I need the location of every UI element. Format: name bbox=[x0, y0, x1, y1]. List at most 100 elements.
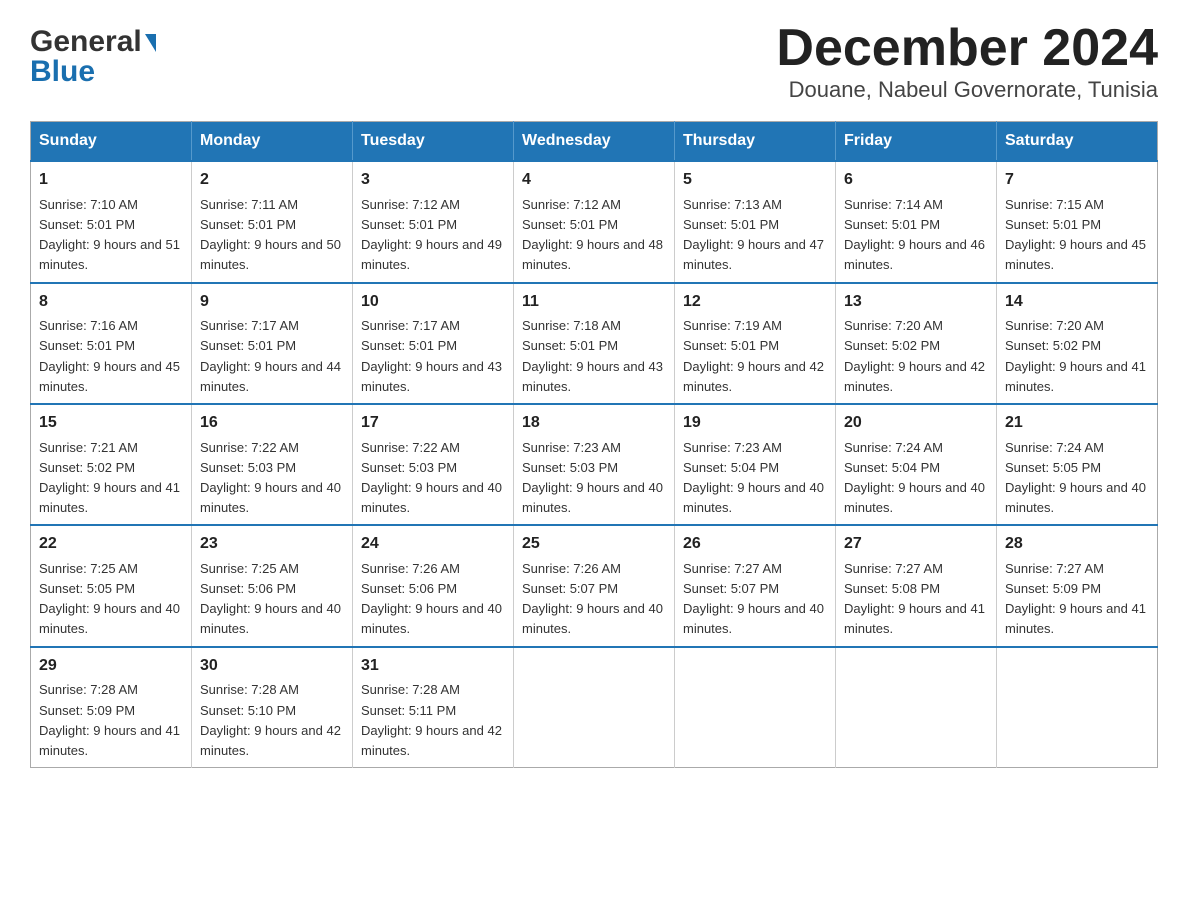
daylight-label: Daylight: 9 hours and 45 minutes. bbox=[39, 359, 180, 394]
title-block: December 2024 Douane, Nabeul Governorate… bbox=[776, 20, 1158, 103]
daylight-label: Daylight: 9 hours and 50 minutes. bbox=[200, 237, 341, 272]
daylight-label: Daylight: 9 hours and 40 minutes. bbox=[1005, 480, 1146, 515]
sunrise-label: Sunrise: 7:12 AM bbox=[522, 197, 621, 212]
weekday-header-wednesday: Wednesday bbox=[514, 122, 675, 162]
daylight-label: Daylight: 9 hours and 40 minutes. bbox=[361, 601, 502, 636]
calendar-cell bbox=[675, 647, 836, 768]
sunrise-label: Sunrise: 7:16 AM bbox=[39, 318, 138, 333]
calendar-cell bbox=[997, 647, 1158, 768]
sunrise-label: Sunrise: 7:25 AM bbox=[39, 561, 138, 576]
calendar-week-row: 1 Sunrise: 7:10 AM Sunset: 5:01 PM Dayli… bbox=[31, 161, 1158, 282]
sunrise-label: Sunrise: 7:27 AM bbox=[1005, 561, 1104, 576]
sunset-label: Sunset: 5:01 PM bbox=[200, 338, 296, 353]
weekday-header-saturday: Saturday bbox=[997, 122, 1158, 162]
daylight-label: Daylight: 9 hours and 42 minutes. bbox=[844, 359, 985, 394]
sunset-label: Sunset: 5:03 PM bbox=[522, 460, 618, 475]
weekday-header-sunday: Sunday bbox=[31, 122, 192, 162]
calendar-cell: 7 Sunrise: 7:15 AM Sunset: 5:01 PM Dayli… bbox=[997, 161, 1158, 282]
sunrise-label: Sunrise: 7:24 AM bbox=[844, 440, 943, 455]
sunrise-label: Sunrise: 7:20 AM bbox=[1005, 318, 1104, 333]
calendar-cell: 18 Sunrise: 7:23 AM Sunset: 5:03 PM Dayl… bbox=[514, 404, 675, 525]
day-number: 31 bbox=[361, 654, 505, 679]
calendar-cell: 16 Sunrise: 7:22 AM Sunset: 5:03 PM Dayl… bbox=[192, 404, 353, 525]
daylight-label: Daylight: 9 hours and 42 minutes. bbox=[200, 723, 341, 758]
daylight-label: Daylight: 9 hours and 45 minutes. bbox=[1005, 237, 1146, 272]
sunset-label: Sunset: 5:05 PM bbox=[39, 581, 135, 596]
sunset-label: Sunset: 5:02 PM bbox=[1005, 338, 1101, 353]
sunset-label: Sunset: 5:01 PM bbox=[522, 338, 618, 353]
daylight-label: Daylight: 9 hours and 42 minutes. bbox=[361, 723, 502, 758]
sunset-label: Sunset: 5:02 PM bbox=[844, 338, 940, 353]
day-number: 12 bbox=[683, 290, 827, 315]
day-number: 15 bbox=[39, 411, 183, 436]
daylight-label: Daylight: 9 hours and 41 minutes. bbox=[39, 480, 180, 515]
sunrise-label: Sunrise: 7:15 AM bbox=[1005, 197, 1104, 212]
daylight-label: Daylight: 9 hours and 40 minutes. bbox=[39, 601, 180, 636]
calendar-cell bbox=[836, 647, 997, 768]
day-number: 25 bbox=[522, 532, 666, 557]
daylight-label: Daylight: 9 hours and 40 minutes. bbox=[683, 480, 824, 515]
daylight-label: Daylight: 9 hours and 40 minutes. bbox=[522, 480, 663, 515]
daylight-label: Daylight: 9 hours and 49 minutes. bbox=[361, 237, 502, 272]
weekday-header-tuesday: Tuesday bbox=[353, 122, 514, 162]
calendar-cell: 23 Sunrise: 7:25 AM Sunset: 5:06 PM Dayl… bbox=[192, 525, 353, 646]
sunset-label: Sunset: 5:02 PM bbox=[39, 460, 135, 475]
sunrise-label: Sunrise: 7:18 AM bbox=[522, 318, 621, 333]
sunset-label: Sunset: 5:07 PM bbox=[683, 581, 779, 596]
day-number: 26 bbox=[683, 532, 827, 557]
day-number: 30 bbox=[200, 654, 344, 679]
calendar-cell: 13 Sunrise: 7:20 AM Sunset: 5:02 PM Dayl… bbox=[836, 283, 997, 404]
calendar-header-row: SundayMondayTuesdayWednesdayThursdayFrid… bbox=[31, 122, 1158, 162]
sunrise-label: Sunrise: 7:25 AM bbox=[200, 561, 299, 576]
logo-general: General bbox=[30, 25, 142, 59]
day-number: 3 bbox=[361, 168, 505, 193]
sunset-label: Sunset: 5:10 PM bbox=[200, 703, 296, 718]
day-number: 8 bbox=[39, 290, 183, 315]
logo-blue: Blue bbox=[30, 55, 156, 89]
sunset-label: Sunset: 5:01 PM bbox=[844, 217, 940, 232]
calendar-week-row: 15 Sunrise: 7:21 AM Sunset: 5:02 PM Dayl… bbox=[31, 404, 1158, 525]
sunrise-label: Sunrise: 7:19 AM bbox=[683, 318, 782, 333]
daylight-label: Daylight: 9 hours and 41 minutes. bbox=[1005, 601, 1146, 636]
calendar-cell: 14 Sunrise: 7:20 AM Sunset: 5:02 PM Dayl… bbox=[997, 283, 1158, 404]
day-number: 4 bbox=[522, 168, 666, 193]
sunrise-label: Sunrise: 7:20 AM bbox=[844, 318, 943, 333]
day-number: 14 bbox=[1005, 290, 1149, 315]
sunset-label: Sunset: 5:09 PM bbox=[1005, 581, 1101, 596]
daylight-label: Daylight: 9 hours and 40 minutes. bbox=[200, 480, 341, 515]
day-number: 17 bbox=[361, 411, 505, 436]
daylight-label: Daylight: 9 hours and 42 minutes. bbox=[683, 359, 824, 394]
day-number: 24 bbox=[361, 532, 505, 557]
calendar-week-row: 29 Sunrise: 7:28 AM Sunset: 5:09 PM Dayl… bbox=[31, 647, 1158, 768]
day-number: 21 bbox=[1005, 411, 1149, 436]
calendar-cell: 2 Sunrise: 7:11 AM Sunset: 5:01 PM Dayli… bbox=[192, 161, 353, 282]
calendar-cell: 28 Sunrise: 7:27 AM Sunset: 5:09 PM Dayl… bbox=[997, 525, 1158, 646]
sunset-label: Sunset: 5:09 PM bbox=[39, 703, 135, 718]
sunrise-label: Sunrise: 7:10 AM bbox=[39, 197, 138, 212]
day-number: 28 bbox=[1005, 532, 1149, 557]
sunrise-label: Sunrise: 7:11 AM bbox=[200, 197, 298, 212]
calendar-cell: 22 Sunrise: 7:25 AM Sunset: 5:05 PM Dayl… bbox=[31, 525, 192, 646]
sunrise-label: Sunrise: 7:22 AM bbox=[200, 440, 299, 455]
sunset-label: Sunset: 5:06 PM bbox=[200, 581, 296, 596]
sunrise-label: Sunrise: 7:17 AM bbox=[361, 318, 460, 333]
sunset-label: Sunset: 5:08 PM bbox=[844, 581, 940, 596]
day-number: 6 bbox=[844, 168, 988, 193]
sunrise-label: Sunrise: 7:12 AM bbox=[361, 197, 460, 212]
day-number: 18 bbox=[522, 411, 666, 436]
sunset-label: Sunset: 5:06 PM bbox=[361, 581, 457, 596]
sunset-label: Sunset: 5:01 PM bbox=[361, 338, 457, 353]
sunset-label: Sunset: 5:04 PM bbox=[844, 460, 940, 475]
day-number: 13 bbox=[844, 290, 988, 315]
daylight-label: Daylight: 9 hours and 40 minutes. bbox=[683, 601, 824, 636]
calendar-cell: 8 Sunrise: 7:16 AM Sunset: 5:01 PM Dayli… bbox=[31, 283, 192, 404]
calendar-cell: 20 Sunrise: 7:24 AM Sunset: 5:04 PM Dayl… bbox=[836, 404, 997, 525]
calendar-cell: 26 Sunrise: 7:27 AM Sunset: 5:07 PM Dayl… bbox=[675, 525, 836, 646]
sunrise-label: Sunrise: 7:24 AM bbox=[1005, 440, 1104, 455]
calendar-cell: 9 Sunrise: 7:17 AM Sunset: 5:01 PM Dayli… bbox=[192, 283, 353, 404]
calendar-week-row: 22 Sunrise: 7:25 AM Sunset: 5:05 PM Dayl… bbox=[31, 525, 1158, 646]
day-number: 11 bbox=[522, 290, 666, 315]
weekday-header-monday: Monday bbox=[192, 122, 353, 162]
day-number: 10 bbox=[361, 290, 505, 315]
calendar-week-row: 8 Sunrise: 7:16 AM Sunset: 5:01 PM Dayli… bbox=[31, 283, 1158, 404]
